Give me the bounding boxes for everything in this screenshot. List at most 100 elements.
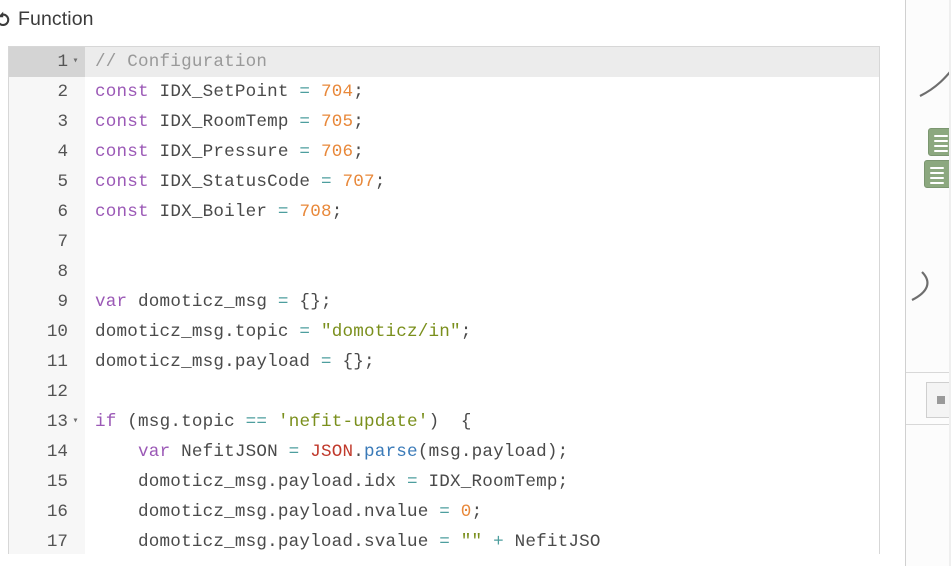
code-fold-toggle-icon[interactable]: ▾ bbox=[70, 47, 81, 77]
line-number-12[interactable]: 12 bbox=[9, 377, 85, 407]
code-token-operator: = bbox=[288, 442, 300, 462]
code-line-content-3[interactable]: const IDX_RoomTemp = 705; bbox=[85, 107, 879, 137]
code-line-14[interactable]: 14 var NefitJSON = JSON.parse(msg.payloa… bbox=[9, 437, 879, 467]
line-number-label: 11 bbox=[46, 352, 68, 372]
code-line-content-11[interactable]: domoticz_msg.payload = {}; bbox=[85, 347, 879, 377]
line-number-17[interactable]: 17 bbox=[9, 527, 85, 554]
code-token-operator: = bbox=[299, 112, 311, 132]
line-number-label: 5 bbox=[57, 172, 68, 192]
code-line-content-12[interactable] bbox=[85, 377, 879, 407]
code-token-comment: // Configuration bbox=[95, 52, 268, 72]
code-token-operator: = bbox=[277, 202, 289, 222]
line-number-6[interactable]: 6 bbox=[9, 197, 85, 227]
code-token-plain: IDX_Pressure bbox=[148, 142, 300, 162]
code-token-plain: (msg.topic bbox=[116, 412, 246, 432]
code-line-3[interactable]: 3 const IDX_RoomTemp = 705; bbox=[9, 107, 879, 137]
code-token-keyword: const bbox=[95, 82, 149, 102]
line-number-3[interactable]: 3 bbox=[9, 107, 85, 137]
code-line-2[interactable]: 2 const IDX_SetPoint = 704; bbox=[9, 77, 879, 107]
flow-canvas-pane[interactable] bbox=[905, 0, 951, 566]
code-editor-scroll-area[interactable]: 1 ▾// Configuration 2 const IDX_SetPoint = … bbox=[9, 47, 879, 554]
code-token-punct: {}; bbox=[288, 292, 332, 312]
code-line-content-13[interactable]: if (msg.topic == 'nefit-update') { bbox=[85, 407, 879, 437]
code-token-number: 704 bbox=[320, 82, 354, 102]
flow-box-handle-icon bbox=[937, 396, 945, 404]
line-number-15[interactable]: 15 bbox=[9, 467, 85, 497]
code-line-content-7[interactable] bbox=[85, 227, 879, 257]
code-token-operator: = bbox=[299, 322, 311, 342]
code-line-content-9[interactable]: var domoticz_msg = {}; bbox=[85, 287, 879, 317]
flow-node-debug-2[interactable] bbox=[924, 160, 951, 188]
line-number-14[interactable]: 14 bbox=[9, 437, 85, 467]
code-line-content-14[interactable]: var NefitJSON = JSON.parse(msg.payload); bbox=[85, 437, 879, 467]
function-editor-screen: Function 1 ▾// Configuration 2 const IDX_Se… bbox=[0, 0, 951, 566]
flow-group-box[interactable] bbox=[926, 382, 951, 418]
code-line-1[interactable]: 1 ▾ // Configuration bbox=[9, 47, 879, 77]
code-line-content-2[interactable]: const IDX_SetPoint = 704; bbox=[85, 77, 879, 107]
code-token-operator: = bbox=[277, 292, 289, 312]
line-number-10[interactable]: 10 bbox=[9, 317, 85, 347]
line-number-1[interactable]: 1 ▾ bbox=[9, 47, 85, 77]
list-lines-icon bbox=[934, 135, 948, 155]
code-lines-body: 1 ▾// Configuration 2 const IDX_SetPoint = … bbox=[9, 47, 879, 554]
code-token-operator: = bbox=[406, 472, 418, 492]
code-line-9[interactable]: 9 var domoticz_msg = {}; bbox=[9, 287, 879, 317]
panel-header: Function bbox=[0, 0, 900, 40]
code-token-method: parse bbox=[364, 442, 418, 462]
line-number-13[interactable]: 13 ▾ bbox=[9, 407, 85, 437]
code-token-plain: NefitJSON bbox=[170, 442, 289, 462]
code-line-17[interactable]: 17 domoticz_msg.payload.svalue = "" + Ne… bbox=[9, 527, 879, 554]
code-line-11[interactable]: 11 domoticz_msg.payload = {}; bbox=[9, 347, 879, 377]
code-line-content-10[interactable]: domoticz_msg.topic = "domoticz/in"; bbox=[85, 317, 879, 347]
line-number-11[interactable]: 11 bbox=[9, 347, 85, 377]
code-line-10[interactable]: 10 domoticz_msg.topic = "domoticz/in"; bbox=[9, 317, 879, 347]
flow-divider-bottom bbox=[906, 424, 951, 425]
code-token-keyword: const bbox=[95, 112, 149, 132]
code-line-content-6[interactable]: const IDX_Boiler = 708; bbox=[85, 197, 879, 227]
code-line-13[interactable]: 13 ▾ if (msg.topic == 'nefit-update') { bbox=[9, 407, 879, 437]
code-token-number: 705 bbox=[320, 112, 354, 132]
code-line-5[interactable]: 5 const IDX_StatusCode = 707; bbox=[9, 167, 879, 197]
code-token-plain: domoticz_msg bbox=[127, 292, 278, 312]
code-token-operator: = bbox=[320, 352, 332, 372]
code-line-content-1[interactable]: // Configuration bbox=[85, 47, 879, 77]
code-line-16[interactable]: 16 domoticz_msg.payload.nvalue = 0; bbox=[9, 497, 879, 527]
flow-canvas[interactable] bbox=[906, 0, 951, 566]
code-token-string: "" bbox=[460, 532, 483, 552]
code-token-plain: IDX_StatusCode bbox=[148, 172, 321, 192]
line-number-9[interactable]: 9 bbox=[9, 287, 85, 317]
code-line-15[interactable]: 15 domoticz_msg.payload.idx = IDX_RoomTe… bbox=[9, 467, 879, 497]
code-line-content-16[interactable]: domoticz_msg.payload.nvalue = 0; bbox=[85, 497, 879, 527]
line-number-8[interactable]: 8 bbox=[9, 257, 85, 287]
code-line-content-15[interactable]: domoticz_msg.payload.idx = IDX_RoomTemp; bbox=[85, 467, 879, 497]
code-line-6[interactable]: 6 const IDX_Boiler = 708; bbox=[9, 197, 879, 227]
line-number-label: 16 bbox=[46, 502, 68, 522]
code-line-8[interactable]: 8 bbox=[9, 257, 879, 287]
line-number-label: 13 bbox=[46, 412, 68, 432]
code-token-plain: NefitJSO bbox=[503, 532, 601, 552]
line-number-16[interactable]: 16 bbox=[9, 497, 85, 527]
code-line-4[interactable]: 4 const IDX_Pressure = 706; bbox=[9, 137, 879, 167]
code-line-content-5[interactable]: const IDX_StatusCode = 707; bbox=[85, 167, 879, 197]
code-fold-toggle-icon[interactable]: ▾ bbox=[70, 407, 81, 437]
code-line-content-4[interactable]: const IDX_Pressure = 706; bbox=[85, 137, 879, 167]
flow-node-debug-1[interactable] bbox=[928, 128, 951, 156]
line-number-label: 1 bbox=[57, 52, 68, 72]
code-line-7[interactable]: 7 bbox=[9, 227, 879, 257]
line-number-7[interactable]: 7 bbox=[9, 227, 85, 257]
code-editor[interactable]: 1 ▾// Configuration 2 const IDX_SetPoint = … bbox=[8, 46, 880, 554]
code-line-content-8[interactable] bbox=[85, 257, 879, 287]
code-token-plain: IDX_Boiler bbox=[148, 202, 278, 222]
code-line-content-17[interactable]: domoticz_msg.payload.svalue = "" + Nefit… bbox=[85, 527, 879, 554]
line-number-5[interactable]: 5 bbox=[9, 167, 85, 197]
flow-divider-top bbox=[906, 372, 951, 373]
line-number-2[interactable]: 2 bbox=[9, 77, 85, 107]
line-number-4[interactable]: 4 bbox=[9, 137, 85, 167]
code-line-12[interactable]: 12 bbox=[9, 377, 879, 407]
code-token-operator: = bbox=[320, 172, 332, 192]
code-token-punct: ; bbox=[460, 322, 472, 342]
